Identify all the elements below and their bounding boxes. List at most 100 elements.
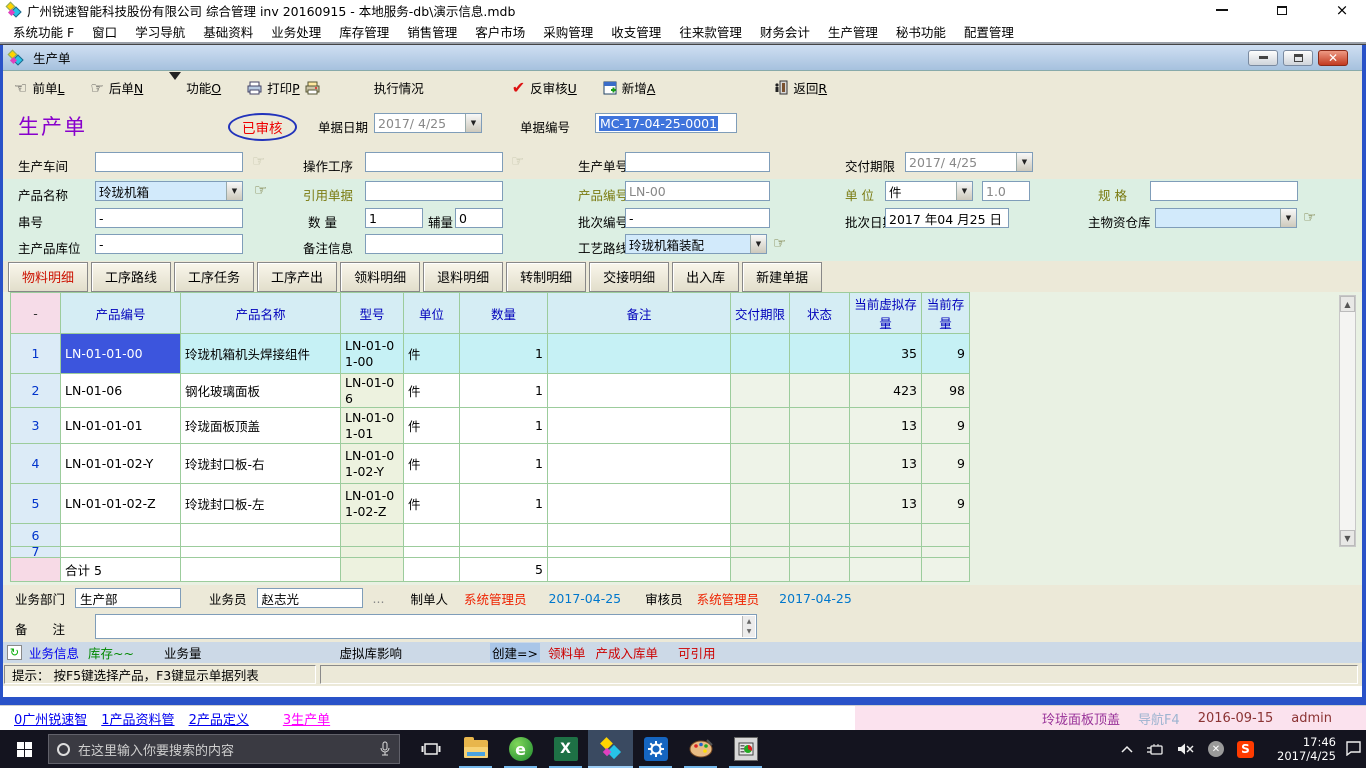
print-button[interactable]: 打印P xyxy=(247,78,320,97)
menu-basedata[interactable]: 基础资料 xyxy=(194,22,262,41)
cell-name[interactable] xyxy=(181,547,341,558)
cell-unit[interactable]: 件 xyxy=(404,444,460,484)
cell-stock[interactable] xyxy=(922,547,970,558)
cell-model[interactable] xyxy=(341,547,404,558)
cell-note[interactable] xyxy=(548,547,731,558)
cell-stock[interactable] xyxy=(922,524,970,547)
op-input[interactable] xyxy=(365,152,503,172)
menu-payment[interactable]: 收支管理 xyxy=(602,22,670,41)
taskbar-clock[interactable]: 17:46 2017/4/25 xyxy=(1264,735,1336,763)
workshop-input[interactable] xyxy=(95,152,243,172)
menu-config[interactable]: 配置管理 xyxy=(955,22,1023,41)
cell-note[interactable] xyxy=(548,484,731,524)
memo-spinner[interactable]: ▲▼ xyxy=(742,616,755,637)
menu-production[interactable]: 生产管理 xyxy=(819,22,887,41)
cell-name[interactable] xyxy=(181,524,341,547)
ref-doc-input[interactable] xyxy=(365,181,503,201)
cell-model[interactable]: LN-01-01-00 xyxy=(341,334,404,374)
picking-doc-link[interactable]: 领料单 xyxy=(548,643,586,662)
order-no-input[interactable] xyxy=(625,152,770,172)
cell-status[interactable] xyxy=(790,334,850,374)
cell-due[interactable] xyxy=(731,547,790,558)
function-menu-button[interactable]: 功能O xyxy=(169,78,221,97)
cell-status[interactable] xyxy=(790,484,850,524)
tab-in-out-store[interactable]: 出入库 xyxy=(672,262,739,292)
tab-handover-detail[interactable]: 交接明细 xyxy=(589,262,669,292)
memo-textarea[interactable]: ▲▼ xyxy=(95,614,757,639)
switch-production-order[interactable]: 3生产单 xyxy=(283,709,330,728)
create-label[interactable]: 创建=> xyxy=(490,643,540,662)
cell-stock[interactable]: 9 xyxy=(922,408,970,444)
cell-qty[interactable]: 1 xyxy=(460,334,548,374)
cell-code[interactable]: LN-01-01-02-Z xyxy=(61,484,181,524)
cell-code[interactable]: LN-01-06 xyxy=(61,374,181,408)
cell-code[interactable] xyxy=(61,524,181,547)
cell-name[interactable]: 玲珑面板顶盖 xyxy=(181,408,341,444)
doc-restore-button[interactable] xyxy=(1283,50,1313,66)
cell-qty[interactable]: 1 xyxy=(460,374,548,408)
stock-link[interactable]: 库存~~ xyxy=(88,643,134,662)
doc-minimize-button[interactable] xyxy=(1248,50,1278,66)
menu-accounts[interactable]: 往来款管理 xyxy=(670,22,751,41)
spec-input[interactable] xyxy=(1150,181,1298,201)
tab-transfer-detail[interactable]: 转制明细 xyxy=(506,262,586,292)
cell-name[interactable]: 玲珑封口板-左 xyxy=(181,484,341,524)
tab-material-detail[interactable]: 物料明细 xyxy=(8,262,88,292)
spin-down-icon[interactable]: ▼ xyxy=(743,627,755,638)
cell-note[interactable] xyxy=(548,334,731,374)
cell-qty[interactable]: 1 xyxy=(460,484,548,524)
taskbar-browser[interactable]: e xyxy=(498,730,543,768)
menu-system[interactable]: 系统功能 F xyxy=(4,22,83,41)
product-loc-input[interactable]: - xyxy=(95,234,243,254)
return-button[interactable]: 返回R xyxy=(773,78,827,97)
batch-no-input[interactable]: - xyxy=(625,208,770,228)
volume-muted-icon[interactable] xyxy=(1177,742,1195,756)
qty-input[interactable]: 1 xyxy=(365,208,423,228)
memo-info-input[interactable] xyxy=(365,234,503,254)
route-combo[interactable]: 玲珑机箱装配▼ xyxy=(625,234,767,254)
cell-index[interactable]: 5 xyxy=(11,484,61,524)
cell-status[interactable] xyxy=(790,547,850,558)
taskbar-file-explorer[interactable] xyxy=(453,730,498,768)
cell-unit[interactable] xyxy=(404,524,460,547)
cell-name[interactable]: 钢化玻璃面板 xyxy=(181,374,341,408)
cell-virtual-stock[interactable]: 35 xyxy=(850,334,922,374)
doc-date-combo[interactable]: 2017/ 4/25▼ xyxy=(374,113,482,133)
main-store-combo[interactable]: ▼ xyxy=(1155,208,1297,228)
switch-product-define[interactable]: 2产品定义 xyxy=(189,709,249,728)
clerk-input[interactable]: 赵志光 xyxy=(257,588,363,608)
cell-due[interactable] xyxy=(731,408,790,444)
aux-qty-input[interactable]: 0 xyxy=(455,208,503,228)
close-button[interactable]: × xyxy=(1334,3,1350,17)
menu-business[interactable]: 业务处理 xyxy=(262,22,330,41)
taskbar-erp-app[interactable] xyxy=(588,730,633,768)
nav-f4-label[interactable]: 导航F4 xyxy=(1138,709,1180,728)
cell-code[interactable]: LN-01-01-00 xyxy=(61,334,181,374)
scroll-up-icon[interactable]: ▲ xyxy=(1340,296,1355,312)
tray-chevron-up-icon[interactable] xyxy=(1121,745,1133,753)
cell-due[interactable] xyxy=(731,444,790,484)
cell-model[interactable]: LN-01-06 xyxy=(341,374,404,408)
workshop-picker-icon[interactable]: ☞ xyxy=(252,154,265,168)
product-combo[interactable]: 玲珑机箱▼ xyxy=(95,181,243,201)
cell-unit[interactable]: 件 xyxy=(404,374,460,408)
printer2-icon[interactable] xyxy=(305,81,320,95)
menu-inventory[interactable]: 库存管理 xyxy=(330,22,398,41)
cell-status[interactable] xyxy=(790,408,850,444)
cell-qty[interactable] xyxy=(460,524,548,547)
tab-process-route[interactable]: 工序路线 xyxy=(91,262,171,292)
scroll-down-icon[interactable]: ▼ xyxy=(1340,530,1355,546)
tray-x-circle-icon[interactable]: ✕ xyxy=(1208,741,1224,757)
finished-in-doc-link[interactable]: 产成入库单 xyxy=(595,643,658,662)
exec-status-button[interactable]: 执行情况 xyxy=(374,78,424,97)
minimize-button[interactable] xyxy=(1214,3,1230,17)
cell-status[interactable] xyxy=(790,524,850,547)
cell-unit[interactable]: 件 xyxy=(404,484,460,524)
unit-combo[interactable]: 件▼ xyxy=(885,181,973,201)
product-picker-icon[interactable]: ☞ xyxy=(254,183,267,197)
restore-button[interactable] xyxy=(1274,3,1290,17)
op-picker-icon[interactable]: ☞ xyxy=(511,154,524,168)
route-picker-icon[interactable]: ☞ xyxy=(773,236,786,250)
cell-qty[interactable] xyxy=(460,547,548,558)
taskbar-settings-app[interactable] xyxy=(633,730,678,768)
